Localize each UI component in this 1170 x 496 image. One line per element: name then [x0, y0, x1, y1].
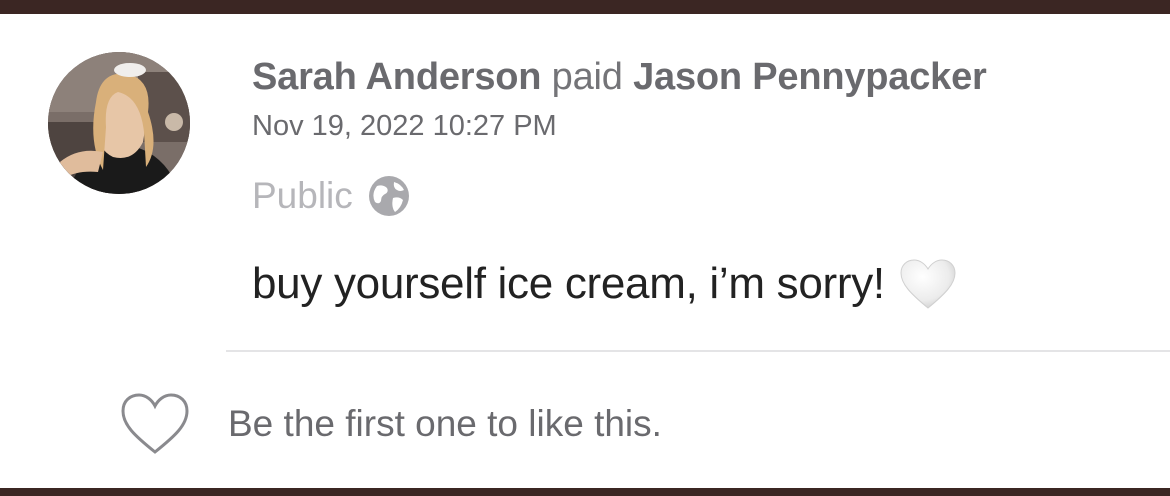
section-divider — [226, 350, 1170, 352]
like-row: Be the first one to like this. — [120, 392, 662, 456]
payment-timestamp: Nov 19, 2022 10:27 PM — [252, 110, 557, 142]
recipient-name[interactable]: Jason Pennypacker — [633, 56, 987, 98]
privacy-indicator: Public — [252, 174, 411, 218]
heart-outline-icon[interactable] — [120, 392, 190, 456]
white-heart-emoji — [900, 259, 956, 309]
payment-card: Sarah Anderson paid Jason Pennypacker No… — [0, 14, 1170, 488]
like-prompt: Be the first one to like this. — [228, 403, 662, 444]
note-text: buy yourself ice cream, i’m sorry! — [252, 259, 885, 308]
payment-header: Sarah Anderson paid Jason Pennypacker — [252, 56, 987, 99]
sender-avatar[interactable] — [48, 52, 190, 194]
payment-note: buy yourself ice cream, i’m sorry! — [252, 258, 957, 310]
payment-verb: paid — [551, 56, 623, 98]
avatar-photo — [48, 52, 190, 194]
privacy-label: Public — [252, 175, 353, 216]
globe-icon — [368, 176, 409, 216]
sender-name[interactable]: Sarah Anderson — [252, 56, 542, 98]
